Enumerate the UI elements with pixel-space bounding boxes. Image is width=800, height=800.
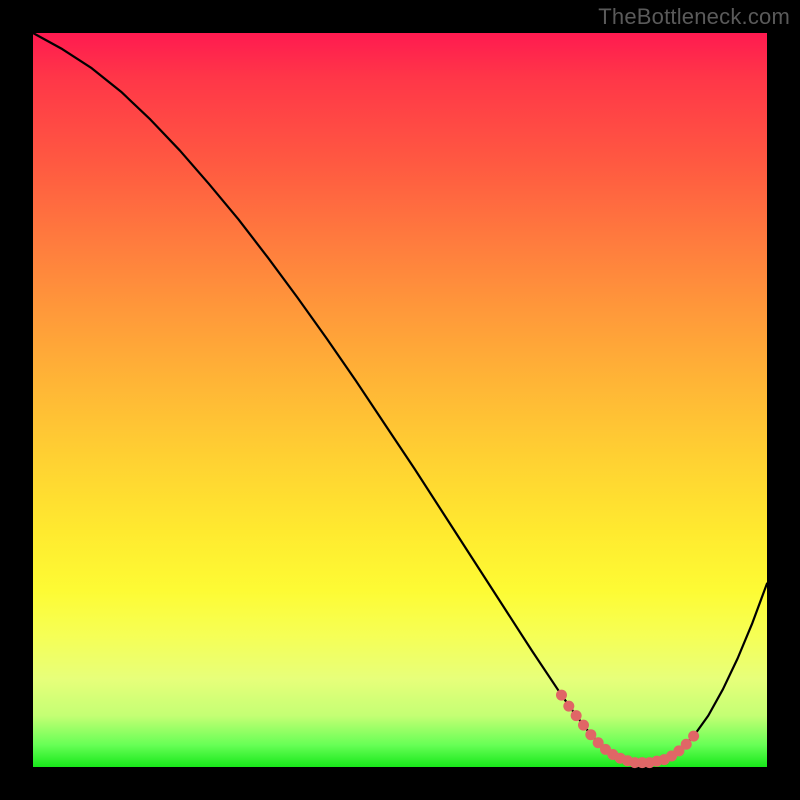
marker-dot — [571, 710, 582, 721]
plot-area — [33, 33, 767, 767]
bottleneck-curve — [33, 33, 767, 763]
marker-group — [556, 690, 699, 769]
watermark-text: TheBottleneck.com — [598, 4, 790, 30]
marker-dot — [556, 690, 567, 701]
marker-dot — [578, 720, 589, 731]
curve-svg — [33, 33, 767, 767]
marker-dot — [563, 701, 574, 712]
chart-frame: TheBottleneck.com — [0, 0, 800, 800]
marker-dot — [688, 731, 699, 742]
